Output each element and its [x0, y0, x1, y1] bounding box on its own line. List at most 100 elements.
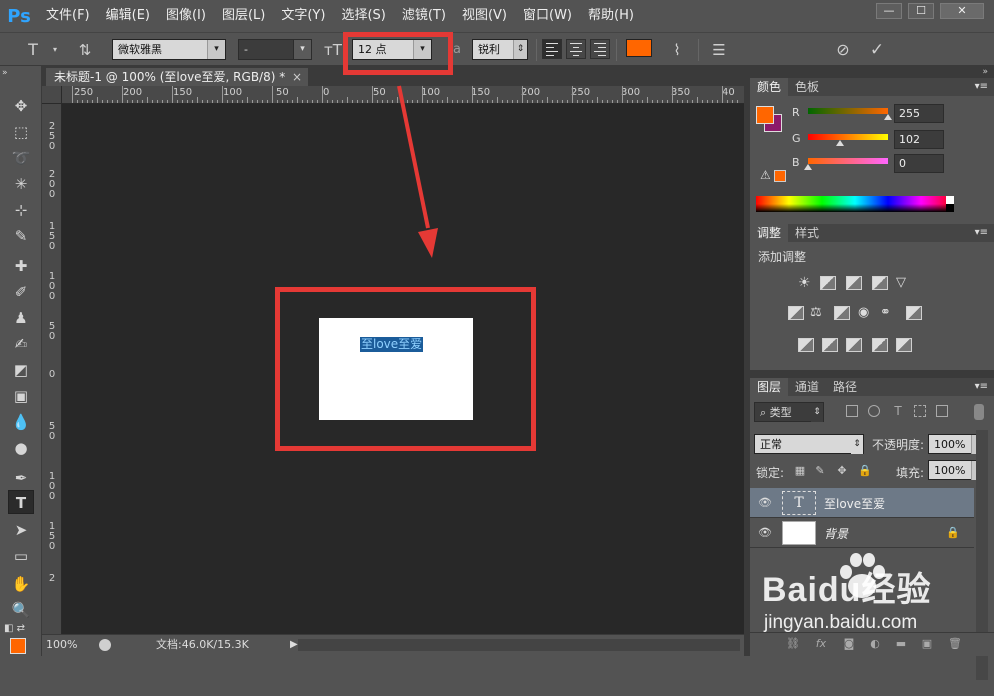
channel-r-slider[interactable] [808, 108, 888, 114]
tab-swatches[interactable]: 色板 [788, 78, 826, 96]
layer-row-background[interactable]: 👁 背景 🔒 [750, 518, 974, 548]
clone-stamp-tool-icon[interactable]: ♟ [8, 306, 34, 330]
close-tab-icon[interactable]: × [292, 68, 302, 86]
path-selection-tool-icon[interactable]: ➤ [8, 518, 34, 542]
toggle-text-orientation-icon[interactable]: ⇅ [74, 39, 96, 61]
foreground-swatch[interactable] [756, 106, 774, 124]
brush-tool-icon[interactable]: ✐ [8, 280, 34, 304]
align-right-button[interactable] [590, 39, 610, 59]
ruler-origin[interactable] [42, 86, 62, 104]
brightness-contrast-icon[interactable]: ☀ [798, 276, 814, 290]
pen-tool-icon[interactable]: ✒ [8, 466, 34, 490]
gradient-tool-icon[interactable]: ▣ [8, 384, 34, 408]
channel-g-slider[interactable] [808, 134, 888, 140]
menu-help[interactable]: 帮助(H) [580, 0, 642, 32]
posterize-icon[interactable] [822, 338, 838, 352]
zoom-level[interactable]: 100% [46, 635, 92, 655]
marquee-tool-icon[interactable]: ⬚ [8, 120, 34, 144]
text-color-swatch[interactable] [626, 39, 652, 57]
visibility-eye-icon[interactable]: 👁 [758, 526, 772, 540]
horizontal-scrollbar[interactable] [298, 639, 740, 651]
black-white-icon[interactable] [834, 306, 850, 320]
menu-select[interactable]: 选择(S) [333, 0, 393, 32]
filter-toggle-switch[interactable] [974, 404, 984, 420]
type-tool-icon[interactable]: T [8, 490, 34, 514]
align-center-button[interactable] [566, 39, 586, 59]
filter-type-icon[interactable]: T [892, 405, 904, 417]
tab-styles[interactable]: 样式 [788, 224, 826, 242]
status-info-icon[interactable] [99, 639, 111, 651]
layer-name[interactable]: 背景 [824, 525, 848, 542]
tab-layers[interactable]: 图层 [750, 378, 789, 396]
filter-adjustment-icon[interactable] [868, 405, 880, 417]
menu-window[interactable]: 窗口(W) [515, 0, 580, 32]
tab-channels[interactable]: 通道 [788, 378, 826, 396]
filter-pixel-icon[interactable] [846, 405, 858, 417]
font-family-dropdown[interactable]: 微软雅黑 ▾ [112, 39, 226, 60]
tab-color[interactable]: 颜色 [750, 78, 789, 96]
menu-image[interactable]: 图像(I) [158, 0, 214, 32]
color-lookup-icon[interactable] [906, 306, 922, 320]
gamut-swatch[interactable] [774, 170, 786, 182]
minimize-button[interactable]: — [876, 3, 902, 19]
gradient-map-icon[interactable] [896, 338, 912, 352]
photo-filter-icon[interactable]: ◉ [858, 306, 874, 320]
lasso-tool-icon[interactable]: ➰ [8, 146, 34, 170]
magic-wand-tool-icon[interactable]: ✳ [8, 172, 34, 196]
channel-g-value[interactable]: 102 [894, 130, 944, 149]
lock-transparent-icon[interactable]: ▦ [794, 465, 806, 477]
menu-layer[interactable]: 图层(L) [214, 0, 273, 32]
commit-icon[interactable]: ✓ [866, 39, 888, 61]
hue-saturation-icon[interactable] [788, 306, 804, 320]
type-tool-preset-icon[interactable]: T [22, 39, 44, 61]
color-spectrum-bar[interactable] [756, 196, 954, 212]
channel-g-thumb[interactable] [836, 140, 844, 146]
levels-icon[interactable] [820, 276, 836, 290]
maximize-button[interactable]: ☐ [908, 3, 934, 19]
rectangle-tool-icon[interactable]: ▭ [8, 544, 34, 568]
cancel-icon[interactable]: ⊘ [832, 39, 854, 61]
history-brush-tool-icon[interactable]: ✍ [8, 332, 34, 356]
panel-menu-icon[interactable]: ▾≡ [975, 224, 988, 242]
healing-brush-tool-icon[interactable]: ✚ [8, 254, 34, 278]
antialias-dropdown[interactable]: 锐利 ⇕ [472, 39, 528, 60]
move-tool-icon[interactable]: ✥ [8, 94, 34, 118]
color-balance-icon[interactable]: ⚖ [810, 306, 826, 320]
preset-chevron-icon[interactable]: ▾ [44, 39, 66, 61]
blend-mode-dropdown[interactable]: 正常 ⇕ [754, 434, 864, 454]
channel-b-thumb[interactable] [804, 164, 812, 170]
menu-edit[interactable]: 编辑(E) [98, 0, 158, 32]
black-white-swatches[interactable] [946, 196, 954, 212]
font-style-dropdown[interactable]: - ▾ [238, 39, 312, 60]
warp-text-icon[interactable]: ⌇ [666, 39, 688, 61]
channel-b-value[interactable]: 0 [894, 154, 944, 173]
dodge-tool-icon[interactable]: ● [8, 436, 34, 460]
curves-icon[interactable] [846, 276, 862, 290]
layer-row-text[interactable]: 👁 T 至love至爱 [750, 488, 974, 518]
collapse-icon[interactable]: » [2, 68, 28, 78]
visibility-eye-icon[interactable]: 👁 [758, 496, 772, 510]
channel-r-value[interactable]: 255 [894, 104, 944, 123]
crop-tool-icon[interactable]: ⊹ [8, 198, 34, 222]
selective-color-icon[interactable] [872, 338, 888, 352]
align-left-button[interactable] [542, 39, 562, 59]
tab-paths[interactable]: 路径 [826, 378, 864, 396]
channel-r-thumb[interactable] [884, 114, 892, 120]
filter-shape-icon[interactable] [914, 405, 926, 417]
menu-filter[interactable]: 滤镜(T) [394, 0, 454, 32]
blur-tool-icon[interactable]: 💧 [8, 410, 34, 434]
default-colors-icon[interactable]: ◧ ⇄ [4, 622, 30, 636]
eraser-tool-icon[interactable]: ◩ [8, 358, 34, 382]
foreground-color-swatch[interactable] [10, 638, 26, 654]
tab-adjustments[interactable]: 调整 [750, 224, 789, 242]
vertical-ruler[interactable]: 250 200 150 100 50 0 50 100 150 2 [42, 104, 62, 634]
character-panel-icon[interactable]: ☰ [708, 39, 730, 61]
lock-image-icon[interactable]: ✎ [814, 465, 826, 477]
panel-menu-icon[interactable]: ▾≡ [975, 78, 988, 96]
vibrance-icon[interactable]: ▽ [896, 276, 912, 290]
exposure-icon[interactable] [872, 276, 888, 290]
channel-b-slider[interactable] [808, 158, 888, 164]
panel-menu-icon[interactable]: ▾≡ [975, 378, 988, 396]
hand-tool-icon[interactable]: ✋ [8, 572, 34, 596]
lock-position-icon[interactable]: ✥ [836, 465, 848, 477]
